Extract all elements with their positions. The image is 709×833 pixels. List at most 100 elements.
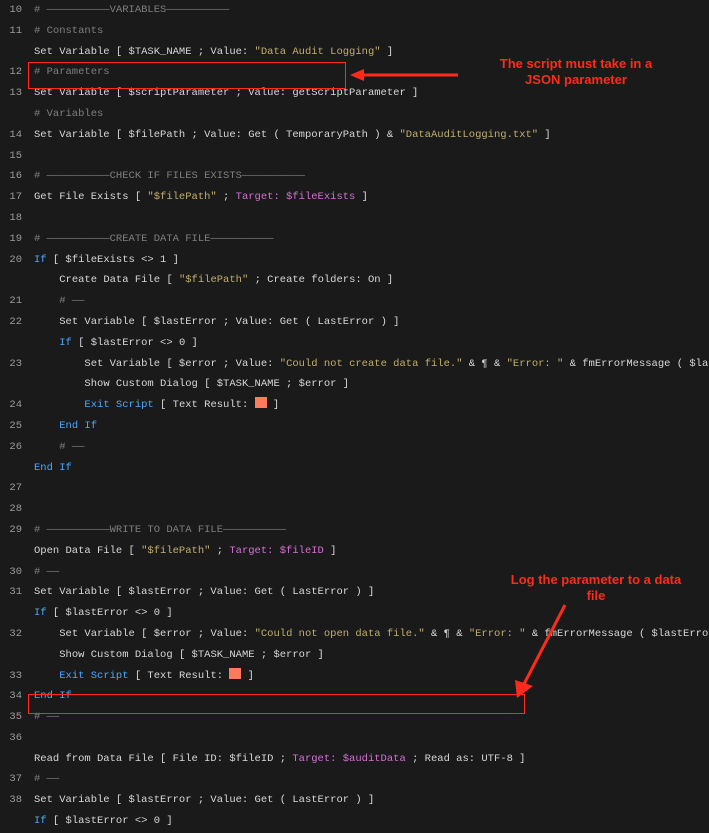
code-token: Exit Script [59, 670, 128, 682]
code-line[interactable]: 11 # Constants Set Variable [ $TASK_NAME ;… [0, 21, 709, 63]
code-token: ; Create folders: On ] [248, 274, 393, 286]
code-token: "Error: " [507, 358, 564, 370]
code-token: # Parameters [34, 66, 110, 78]
code-content: Get File Exists [ "$filePath" ; Target: … [28, 187, 709, 208]
code-line[interactable]: 12# Parameters [0, 62, 709, 83]
code-token: ] [324, 545, 337, 557]
script-editor[interactable]: 10 # ——————————VARIABLES—————————— 11 # Con… [0, 0, 709, 833]
code-token: Read from Data File [ File ID: $fileID ; [34, 753, 292, 765]
code-line[interactable]: 14Set Variable [ $filePath ; Value: Get … [0, 125, 709, 146]
line-number: 36 [0, 728, 28, 749]
line-number: 26 [0, 437, 28, 458]
code-token: & ¶ & [463, 358, 507, 370]
code-token: "$filePath" [179, 274, 248, 286]
code-content: # ——————————CREATE DATA FILE—————————— [28, 229, 709, 250]
code-content: Read from Data File [ File ID: $fileID ;… [28, 728, 709, 770]
code-content: # —— [28, 562, 709, 583]
code-token: If [34, 607, 47, 619]
code-token: Set Variable [ $TASK_NAME ; Value: [34, 46, 255, 58]
code-token: Set Variable [ $scriptParameter ; Value:… [34, 87, 418, 99]
code-content: Set Variable [ $error ; Value: "Could no… [28, 624, 709, 666]
code-content: If [ $fileExists <> 1 ] Create Data File… [28, 250, 709, 292]
line-number: 15 [0, 146, 28, 167]
code-token: Exit Script [84, 399, 153, 411]
code-token: If [34, 815, 47, 827]
code-line[interactable]: 22 Set Variable [ $lastError ; Value: Ge… [0, 312, 709, 354]
code-line[interactable]: 36Read from Data File [ File ID: $fileID… [0, 728, 709, 770]
line-number: 11 [0, 21, 28, 42]
code-content: Exit Script [ Text Result: ] [28, 395, 709, 416]
code-token: & fmErrorMessage ( $lastError ) ] [526, 628, 709, 640]
code-token: End If [34, 690, 72, 702]
line-number: 30 [0, 562, 28, 583]
code-token: Get File Exists [ [34, 191, 147, 203]
code-content: Set Variable [ $lastError ; Value: Get (… [28, 312, 709, 354]
code-line[interactable]: 32 Set Variable [ $error ; Value: "Could… [0, 624, 709, 666]
code-token: ] [267, 399, 280, 411]
code-line[interactable]: 38Set Variable [ $lastError ; Value: Get… [0, 790, 709, 832]
code-line[interactable]: 35# —— [0, 707, 709, 728]
line-number: 19 [0, 229, 28, 250]
code-line[interactable]: 10 # ——————————VARIABLES—————————— [0, 0, 709, 21]
code-token: # ——————————WRITE TO DATA FILE—————————— [34, 524, 286, 536]
line-number: 27 [0, 478, 28, 499]
code-content: # ——————————WRITE TO DATA FILE——————————… [28, 520, 709, 562]
code-line[interactable]: 25 End If [0, 416, 709, 437]
code-line[interactable]: 20If [ $fileExists <> 1 ] Create Data Fi… [0, 250, 709, 292]
line-number: 10 [0, 0, 28, 21]
code-token: "Error: " [469, 628, 526, 640]
code-token: End If [59, 420, 97, 432]
code-token: ; [217, 191, 236, 203]
code-content: # ——————————CHECK IF FILES EXISTS———————… [28, 166, 709, 187]
code-content: # —— [28, 769, 709, 790]
code-token: [ $fileExists <> 1 ] [47, 254, 179, 266]
line-number: 13 [0, 83, 28, 104]
code-line[interactable]: 37# —— [0, 769, 709, 790]
code-content: Set Variable [ $lastError ; Value: Get (… [28, 790, 709, 832]
code-token: If [59, 337, 72, 349]
code-token: # —— [59, 295, 84, 307]
code-token: # Constants [34, 25, 103, 37]
code-token: [ $lastError <> 0 ] [47, 607, 173, 619]
code-token: "$filePath" [147, 191, 216, 203]
code-line[interactable]: 16# ——————————CHECK IF FILES EXISTS—————… [0, 166, 709, 187]
line-number: 33 [0, 666, 28, 687]
code-line[interactable]: 13 Set Variable [ $scriptParameter ; Valu… [0, 83, 709, 125]
code-token: # —— [34, 566, 59, 578]
code-content: Exit Script [ Text Result: ] [28, 666, 709, 687]
code-line[interactable]: 15 [0, 146, 709, 167]
code-line[interactable]: 28 [0, 499, 709, 520]
code-token: [ $lastError <> 0 ] [47, 815, 173, 827]
line-number: 22 [0, 312, 28, 333]
code-line[interactable]: 34End If [0, 686, 709, 707]
code-token: [ Text Result: [154, 399, 255, 411]
line-number: 37 [0, 769, 28, 790]
code-token: ] [538, 129, 551, 141]
code-token: # ——————————VARIABLES—————————— [34, 4, 229, 16]
code-line[interactable]: 17Get File Exists [ "$filePath" ; Target… [0, 187, 709, 208]
code-line[interactable]: 23 Set Variable [ $error ; Value: "Could… [0, 354, 709, 396]
code-token: Show Custom Dialog [ $TASK_NAME ; $error… [59, 649, 324, 661]
code-token: ] [241, 670, 254, 682]
code-line[interactable]: 18 [0, 208, 709, 229]
code-line[interactable]: 29# ——————————WRITE TO DATA FILE————————… [0, 520, 709, 562]
code-token: # —— [34, 711, 59, 723]
code-line[interactable]: 27 [0, 478, 709, 499]
code-line[interactable]: 26 # ——End If [0, 437, 709, 479]
code-token: Show Custom Dialog [ $TASK_NAME ; $error… [84, 378, 349, 390]
code-line[interactable]: 31Set Variable [ $lastError ; Value: Get… [0, 582, 709, 624]
line-number: 29 [0, 520, 28, 541]
code-token: # ——————————CREATE DATA FILE—————————— [34, 233, 273, 245]
line-number: 32 [0, 624, 28, 645]
code-token: ] [355, 191, 368, 203]
code-line[interactable]: 24 Exit Script [ Text Result: ] [0, 395, 709, 416]
line-number: 16 [0, 166, 28, 187]
code-token: Set Variable [ $error ; Value: [84, 358, 279, 370]
code-token: & ¶ & [425, 628, 469, 640]
code-line[interactable]: 19 # ——————————CREATE DATA FILE—————————— [0, 229, 709, 250]
code-line[interactable]: 30 # —— [0, 562, 709, 583]
code-token: If [34, 254, 47, 266]
code-line[interactable]: 21 # —— [0, 291, 709, 312]
code-content: # ——End If [28, 437, 709, 479]
code-line[interactable]: 33 Exit Script [ Text Result: ] [0, 666, 709, 687]
